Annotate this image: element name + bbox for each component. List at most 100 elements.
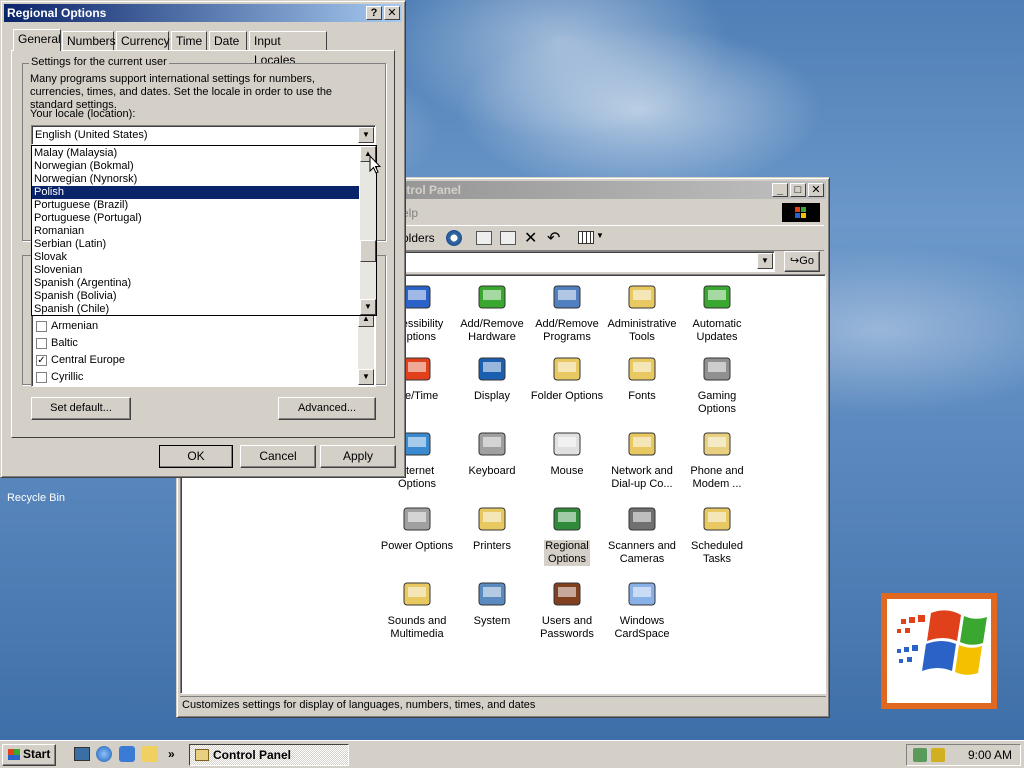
cancel-button[interactable]: Cancel xyxy=(240,445,316,468)
phone-icon xyxy=(700,427,734,461)
fonts-icon xyxy=(625,352,659,386)
control-panel-item-label: Add/Remove Hardware xyxy=(460,318,524,343)
control-panel-item[interactable]: Add/Remove Programs xyxy=(529,280,605,344)
views-icon[interactable] xyxy=(578,231,594,244)
quicklaunch-desktop-icon[interactable] xyxy=(74,747,90,761)
start-button[interactable]: Start xyxy=(2,744,56,766)
control-panel-item[interactable]: Power Options xyxy=(379,502,455,553)
control-panel-item[interactable]: Folder Options xyxy=(529,352,605,403)
control-panel-item[interactable]: Regional Options xyxy=(529,502,605,566)
checkbox[interactable] xyxy=(36,337,47,349)
tab-general[interactable]: General xyxy=(13,29,61,51)
help-button[interactable]: ? xyxy=(366,6,382,20)
undo-icon[interactable]: ↶ xyxy=(547,228,560,248)
regional-options-titlebar[interactable]: Regional Options ? ✕ xyxy=(4,4,402,22)
language-groups-list[interactable]: Armenian Baltic ✓ Central Europe Cyrillic ▲ … xyxy=(31,309,376,387)
quicklaunch-search-icon[interactable] xyxy=(142,746,158,762)
control-panel-item[interactable]: Gaming Options xyxy=(679,352,755,416)
locale-option[interactable]: Serbian (Latin) xyxy=(32,238,359,251)
go-label: Go xyxy=(799,255,814,267)
lang-scroll-down-button[interactable]: ▼ xyxy=(358,369,374,385)
locale-option[interactable]: Spanish (Bolivia) xyxy=(32,290,359,303)
locale-scroll-down-button[interactable]: ▼ xyxy=(360,299,376,315)
language-group-item[interactable]: Cyrillic xyxy=(36,369,125,386)
control-panel-item[interactable]: Administrative Tools xyxy=(604,280,680,344)
control-panel-item[interactable]: System xyxy=(454,577,530,628)
tray-network-icon[interactable] xyxy=(913,748,927,762)
apply-button[interactable]: Apply xyxy=(320,445,396,468)
delete-icon[interactable]: ✕ xyxy=(524,228,537,248)
control-panel-item[interactable]: Phone and Modem ... xyxy=(679,427,755,491)
address-input[interactable]: ▼ xyxy=(400,251,775,272)
control-panel-item[interactable]: Printers xyxy=(454,502,530,553)
quicklaunch-outlook-icon[interactable] xyxy=(119,746,135,762)
tab-currency[interactable]: Currency xyxy=(116,31,170,50)
locale-option[interactable]: Slovak xyxy=(32,251,359,264)
set-default-button[interactable]: Set default... xyxy=(31,397,131,420)
control-panel-item[interactable]: Add/Remove Hardware xyxy=(454,280,530,344)
control-panel-item[interactable]: Users and Passwords xyxy=(529,577,605,641)
scanner-icon xyxy=(625,502,659,536)
move-to-icon[interactable] xyxy=(476,231,492,245)
control-panel-item[interactable]: Fonts xyxy=(604,352,680,403)
locale-dropdown-list[interactable]: Malay (Malaysia) Norwegian (Bokmal) Norweg… xyxy=(31,145,377,316)
locale-option[interactable]: Norwegian (Nynorsk) xyxy=(32,173,359,186)
ok-button[interactable]: OK xyxy=(159,445,233,468)
language-group-item[interactable]: Baltic xyxy=(36,335,125,352)
control-panel-item[interactable]: Automatic Updates xyxy=(679,280,755,344)
control-panel-item[interactable]: Scheduled Tasks xyxy=(679,502,755,566)
control-panel-item-label: Scanners and Cameras xyxy=(608,540,676,565)
checkbox[interactable] xyxy=(36,371,47,383)
go-button[interactable]: ↪Go xyxy=(784,251,820,272)
advanced-button[interactable]: Advanced... xyxy=(278,397,376,420)
tab-date[interactable]: Date xyxy=(209,31,247,50)
locale-option[interactable]: Spanish (Argentina) xyxy=(32,277,359,290)
quicklaunch-more[interactable]: » xyxy=(168,747,175,761)
history-icon[interactable] xyxy=(446,230,462,246)
copy-to-icon[interactable] xyxy=(500,231,516,245)
maximize-button[interactable]: □ xyxy=(790,183,806,197)
dialog-close-button[interactable]: ✕ xyxy=(384,6,400,20)
control-panel-item[interactable]: Sounds and Multimedia xyxy=(379,577,455,641)
address-dropdown-button[interactable]: ▼ xyxy=(757,253,773,269)
tray-volume-icon[interactable] xyxy=(931,748,945,762)
locale-option[interactable]: Polish xyxy=(32,186,359,199)
locale-select[interactable]: English (United States) ▼ xyxy=(31,125,376,145)
folders-button[interactable]: olders xyxy=(402,231,435,245)
locale-dropdown-button[interactable]: ▼ xyxy=(358,127,374,143)
tab-input-locales[interactable]: Input Locales xyxy=(249,31,327,67)
tab-time[interactable]: Time xyxy=(171,31,207,50)
quicklaunch-ie-icon[interactable] xyxy=(96,746,112,762)
close-button[interactable]: ✕ xyxy=(808,183,824,197)
locale-option[interactable]: Norwegian (Bokmal) xyxy=(32,160,359,173)
checkbox[interactable]: ✓ xyxy=(36,354,47,366)
locale-option[interactable]: Spanish (Chile) xyxy=(32,303,359,316)
control-panel-item-label: Gaming Options xyxy=(697,390,737,415)
control-panel-item-label: Sounds and Multimedia xyxy=(387,615,447,640)
locale-option[interactable]: Portuguese (Portugal) xyxy=(32,212,359,225)
tab-numbers[interactable]: Numbers xyxy=(62,31,116,50)
taskbar-control-panel-button[interactable]: Control Panel xyxy=(189,744,349,766)
control-panel-item[interactable]: Mouse xyxy=(529,427,605,478)
control-panel-item[interactable]: Windows CardSpace xyxy=(604,577,680,641)
language-group-item[interactable]: Armenian xyxy=(36,318,125,335)
control-panel-item[interactable]: Keyboard xyxy=(454,427,530,478)
control-panel-item[interactable]: Scanners and Cameras xyxy=(604,502,680,566)
minimize-button[interactable]: _ xyxy=(772,183,788,197)
locale-scroll-thumb[interactable] xyxy=(360,240,376,262)
users-icon xyxy=(550,577,584,611)
control-panel-item[interactable]: Display xyxy=(454,352,530,403)
locale-option[interactable]: Romanian xyxy=(32,225,359,238)
language-list-scrollbar[interactable]: ▲ ▼ xyxy=(358,311,374,385)
scheduled-tasks-icon xyxy=(700,502,734,536)
checkbox[interactable] xyxy=(36,320,47,332)
locale-option[interactable]: Malay (Malaysia) xyxy=(32,147,359,160)
locale-option[interactable]: Slovenian xyxy=(32,264,359,277)
language-group-item[interactable]: ✓ Central Europe xyxy=(36,352,125,369)
locale-option[interactable]: Portuguese (Brazil) xyxy=(32,199,359,212)
start-flag-icon xyxy=(7,749,20,761)
views-dropdown-icon[interactable]: ▼ xyxy=(596,231,604,240)
clock[interactable]: 9:00 AM xyxy=(968,748,1012,762)
control-panel-item-label: Printers xyxy=(473,540,511,552)
control-panel-item[interactable]: Network and Dial-up Co... xyxy=(604,427,680,491)
